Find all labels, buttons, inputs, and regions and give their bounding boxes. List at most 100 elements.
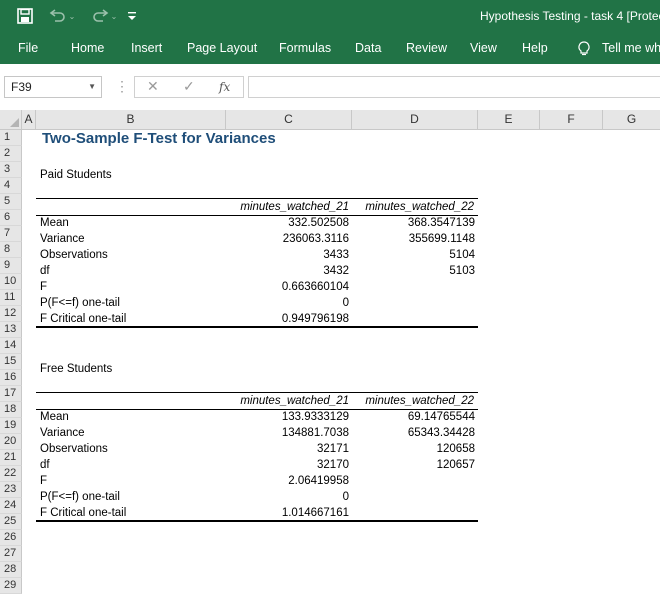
sheet-title[interactable]: Two-Sample F-Test for Variances [42, 130, 276, 148]
paid-row-value-c[interactable]: 0.949796198 [226, 311, 349, 327]
free-row-label[interactable]: Observations [40, 441, 108, 457]
free-row-value-d[interactable]: 65343.34428 [352, 425, 475, 441]
tab-review[interactable]: Review [406, 41, 447, 55]
paid-row-value-c[interactable]: 332.502508 [226, 215, 349, 231]
row-header-21[interactable]: 21 [0, 450, 22, 466]
free-row-label[interactable]: F [40, 473, 47, 489]
free-row-label[interactable]: P(F<=f) one-tail [40, 489, 120, 505]
row-header-6[interactable]: 6 [0, 210, 22, 226]
row-header-28[interactable]: 28 [0, 562, 22, 578]
free-row-label[interactable]: df [40, 457, 50, 473]
free-row-value-c[interactable]: 134881.7038 [226, 425, 349, 441]
row-header-27[interactable]: 27 [0, 546, 22, 562]
paid-row-value-c[interactable]: 3433 [226, 247, 349, 263]
tab-insert[interactable]: Insert [131, 41, 162, 55]
undo-icon[interactable]: ⌄ [44, 6, 80, 26]
enter-icon[interactable]: ✓ [183, 78, 195, 95]
row-header-29[interactable]: 29 [0, 578, 22, 594]
row-header-10[interactable]: 10 [0, 274, 22, 290]
free-section-label[interactable]: Free Students [40, 361, 112, 377]
row-header-3[interactable]: 3 [0, 162, 22, 178]
free-row-label[interactable]: Mean [40, 409, 69, 425]
paid-row-label[interactable]: df [40, 263, 50, 279]
free-header-c[interactable]: minutes_watched_21 [226, 393, 349, 409]
row-header-11[interactable]: 11 [0, 290, 22, 306]
free-row-value-d[interactable]: 120657 [352, 457, 475, 473]
free-row-value-c[interactable]: 32170 [226, 457, 349, 473]
chevron-down-icon[interactable]: ▼ [88, 77, 96, 97]
paid-row-label[interactable]: F [40, 279, 47, 295]
select-all-corner[interactable] [0, 110, 22, 130]
paid-row-label[interactable]: F Critical one-tail [40, 311, 126, 327]
free-row-value-c[interactable]: 32171 [226, 441, 349, 457]
free-row-value-d[interactable]: 69.14765544 [352, 409, 475, 425]
tab-page-layout[interactable]: Page Layout [187, 41, 257, 55]
save-icon[interactable] [14, 6, 36, 26]
paid-section-label[interactable]: Paid Students [40, 167, 112, 183]
free-row-value-d[interactable] [352, 473, 475, 489]
row-header-8[interactable]: 8 [0, 242, 22, 258]
row-header-7[interactable]: 7 [0, 226, 22, 242]
col-header-e[interactable]: E [478, 110, 540, 130]
tell-me-search[interactable]: Tell me wh [602, 41, 660, 55]
free-row-label[interactable]: Variance [40, 425, 85, 441]
paid-row-value-c[interactable]: 0.663660104 [226, 279, 349, 295]
insert-function-icon[interactable]: fx [219, 80, 230, 94]
row-header-1[interactable]: 1 [0, 130, 22, 146]
worksheet-grid[interactable]: A B C D E F G 1 2 3 4 5 6 7 8 9 10 11 12… [0, 110, 660, 609]
row-header-18[interactable]: 18 [0, 402, 22, 418]
col-header-f[interactable]: F [540, 110, 603, 130]
paid-header-c[interactable]: minutes_watched_21 [226, 199, 349, 215]
row-header-20[interactable]: 20 [0, 434, 22, 450]
row-header-5[interactable]: 5 [0, 194, 22, 210]
paid-row-value-c[interactable]: 3432 [226, 263, 349, 279]
paid-row-value-d[interactable] [352, 311, 475, 327]
free-row-label[interactable]: F Critical one-tail [40, 505, 126, 521]
row-header-4[interactable]: 4 [0, 178, 22, 194]
paid-row-value-d[interactable] [352, 279, 475, 295]
tab-formulas[interactable]: Formulas [279, 41, 331, 55]
free-row-value-c[interactable]: 2.06419958 [226, 473, 349, 489]
row-header-23[interactable]: 23 [0, 482, 22, 498]
paid-row-label[interactable]: Mean [40, 215, 69, 231]
free-row-value-c[interactable]: 0 [226, 489, 349, 505]
col-header-c[interactable]: C [226, 110, 352, 130]
row-header-15[interactable]: 15 [0, 354, 22, 370]
tab-data[interactable]: Data [355, 41, 381, 55]
paid-row-value-c[interactable]: 236063.3116 [226, 231, 349, 247]
row-header-22[interactable]: 22 [0, 466, 22, 482]
free-row-value-d[interactable] [352, 505, 475, 521]
paid-row-value-d[interactable] [352, 295, 475, 311]
row-header-16[interactable]: 16 [0, 370, 22, 386]
tab-help[interactable]: Help [522, 41, 548, 55]
row-header-17[interactable]: 17 [0, 386, 22, 402]
free-header-d[interactable]: minutes_watched_22 [352, 393, 474, 409]
free-row-value-c[interactable]: 133.9333129 [226, 409, 349, 425]
tab-view[interactable]: View [470, 41, 497, 55]
free-row-value-c[interactable]: 1.014667161 [226, 505, 349, 521]
paid-row-value-c[interactable]: 0 [226, 295, 349, 311]
row-header-12[interactable]: 12 [0, 306, 22, 322]
paid-row-label[interactable]: P(F<=f) one-tail [40, 295, 120, 311]
free-row-value-d[interactable] [352, 489, 475, 505]
paid-row-value-d[interactable]: 368.3547139 [352, 215, 475, 231]
row-header-26[interactable]: 26 [0, 530, 22, 546]
row-header-25[interactable]: 25 [0, 514, 22, 530]
customize-quick-access-icon[interactable] [124, 6, 140, 26]
col-header-d[interactable]: D [352, 110, 478, 130]
row-header-19[interactable]: 19 [0, 418, 22, 434]
row-header-24[interactable]: 24 [0, 498, 22, 514]
row-header-2[interactable]: 2 [0, 146, 22, 162]
paid-row-value-d[interactable]: 355699.1148 [352, 231, 475, 247]
redo-icon[interactable]: ⌄ [86, 6, 122, 26]
col-header-g[interactable]: G [603, 110, 660, 130]
row-header-14[interactable]: 14 [0, 338, 22, 354]
row-header-9[interactable]: 9 [0, 258, 22, 274]
free-row-value-d[interactable]: 120658 [352, 441, 475, 457]
cancel-icon[interactable]: ✕ [147, 78, 159, 95]
paid-row-label[interactable]: Observations [40, 247, 108, 263]
tab-file[interactable]: File [18, 41, 38, 55]
col-header-a[interactable]: A [22, 110, 36, 130]
formula-input[interactable] [248, 76, 660, 98]
row-header-13[interactable]: 13 [0, 322, 22, 338]
